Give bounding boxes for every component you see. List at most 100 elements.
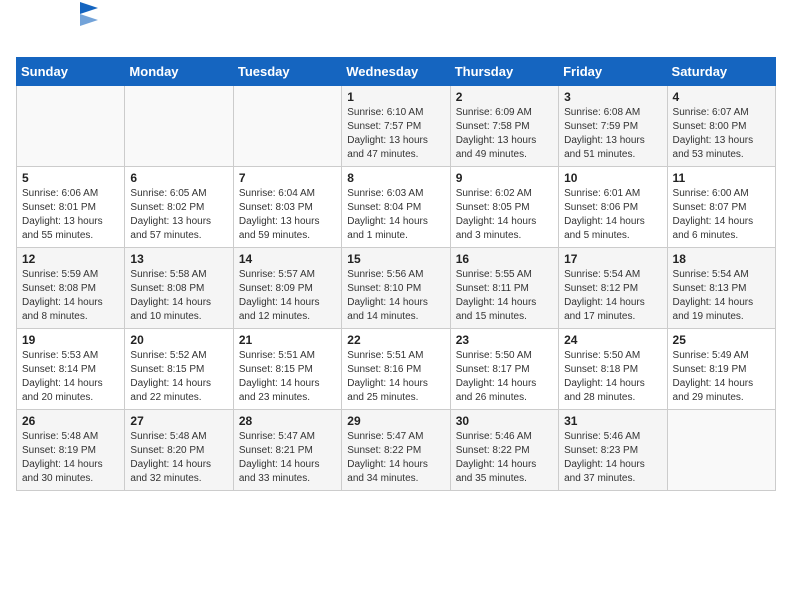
- day-number: 11: [673, 171, 770, 185]
- calendar-cell: 12 Sunrise: 5:59 AM Sunset: 8:08 PM Dayli…: [17, 248, 125, 329]
- calendar-cell: 11 Sunrise: 6:00 AM Sunset: 8:07 PM Dayli…: [667, 167, 775, 248]
- calendar-table: SundayMondayTuesdayWednesdayThursdayFrid…: [16, 57, 776, 491]
- day-info: Sunrise: 6:08 AM Sunset: 7:59 PM Dayligh…: [564, 106, 661, 162]
- calendar-cell: [125, 86, 233, 167]
- week-row-4: 19 Sunrise: 5:53 AM Sunset: 8:14 PM Dayli…: [17, 329, 776, 410]
- day-number: 15: [347, 252, 444, 266]
- day-number: 19: [22, 333, 119, 347]
- calendar-cell: 13 Sunrise: 5:58 AM Sunset: 8:08 PM Dayli…: [125, 248, 233, 329]
- day-number: 10: [564, 171, 661, 185]
- calendar-cell: 5 Sunrise: 6:06 AM Sunset: 8:01 PM Daylig…: [17, 167, 125, 248]
- calendar-cell: 28 Sunrise: 5:47 AM Sunset: 8:21 PM Dayli…: [233, 410, 341, 491]
- day-info: Sunrise: 5:50 AM Sunset: 8:18 PM Dayligh…: [564, 349, 661, 405]
- week-row-2: 5 Sunrise: 6:06 AM Sunset: 8:01 PM Daylig…: [17, 167, 776, 248]
- calendar-cell: 30 Sunrise: 5:46 AM Sunset: 8:22 PM Dayli…: [450, 410, 558, 491]
- weekday-header-wednesday: Wednesday: [342, 58, 450, 86]
- day-info: Sunrise: 5:53 AM Sunset: 8:14 PM Dayligh…: [22, 349, 119, 405]
- day-number: 2: [456, 90, 553, 104]
- calendar-cell: 26Sunrise: 5:48 AM Sunset: 8:19 PM Dayli…: [17, 410, 125, 491]
- day-number: 27: [130, 414, 227, 428]
- calendar-cell: 24 Sunrise: 5:50 AM Sunset: 8:18 PM Dayli…: [559, 329, 667, 410]
- day-info: Sunrise: 6:06 AM Sunset: 8:01 PM Dayligh…: [22, 187, 119, 243]
- calendar-cell: 15 Sunrise: 5:56 AM Sunset: 8:10 PM Dayli…: [342, 248, 450, 329]
- day-info: Sunrise: 5:46 AM Sunset: 8:22 PM Dayligh…: [456, 430, 553, 486]
- day-info: Sunrise: 6:05 AM Sunset: 8:02 PM Dayligh…: [130, 187, 227, 243]
- logo-icon: [76, 0, 104, 26]
- day-number: 7: [239, 171, 336, 185]
- day-info: Sunrise: 5:51 AM Sunset: 8:16 PM Dayligh…: [347, 349, 444, 405]
- calendar-cell: 18 Sunrise: 5:54 AM Sunset: 8:13 PM Dayli…: [667, 248, 775, 329]
- calendar-cell: 23 Sunrise: 5:50 AM Sunset: 8:17 PM Dayli…: [450, 329, 558, 410]
- day-number: 12: [22, 252, 119, 266]
- day-info: Sunrise: 5:48 AM Sunset: 8:20 PM Dayligh…: [130, 430, 227, 486]
- calendar-cell: 20 Sunrise: 5:52 AM Sunset: 8:15 PM Dayli…: [125, 329, 233, 410]
- day-info: Sunrise: 5:49 AM Sunset: 8:19 PM Dayligh…: [673, 349, 770, 405]
- day-number: 20: [130, 333, 227, 347]
- calendar-cell: [667, 410, 775, 491]
- calendar-cell: 21Sunrise: 5:51 AM Sunset: 8:15 PM Dayli…: [233, 329, 341, 410]
- day-number: 24: [564, 333, 661, 347]
- calendar-cell: 6 Sunrise: 6:05 AM Sunset: 8:02 PM Daylig…: [125, 167, 233, 248]
- day-info: Sunrise: 6:03 AM Sunset: 8:04 PM Dayligh…: [347, 187, 444, 243]
- calendar-cell: 1 Sunrise: 6:10 AM Sunset: 7:57 PM Daylig…: [342, 86, 450, 167]
- day-number: 18: [673, 252, 770, 266]
- calendar-cell: 19 Sunrise: 5:53 AM Sunset: 8:14 PM Dayli…: [17, 329, 125, 410]
- calendar-cell: 25 Sunrise: 5:49 AM Sunset: 8:19 PM Dayli…: [667, 329, 775, 410]
- day-info: Sunrise: 5:54 AM Sunset: 8:13 PM Dayligh…: [673, 268, 770, 324]
- calendar-cell: 14Sunrise: 5:57 AM Sunset: 8:09 PM Dayli…: [233, 248, 341, 329]
- day-number: 13: [130, 252, 227, 266]
- calendar-cell: 31 Sunrise: 5:46 AM Sunset: 8:23 PM Dayli…: [559, 410, 667, 491]
- day-info: Sunrise: 5:56 AM Sunset: 8:10 PM Dayligh…: [347, 268, 444, 324]
- day-info: Sunrise: 5:47 AM Sunset: 8:22 PM Dayligh…: [347, 430, 444, 486]
- day-info: Sunrise: 5:59 AM Sunset: 8:08 PM Dayligh…: [22, 268, 119, 324]
- day-number: 21: [239, 333, 336, 347]
- day-number: 23: [456, 333, 553, 347]
- day-number: 26: [22, 414, 119, 428]
- day-number: 14: [239, 252, 336, 266]
- day-info: Sunrise: 6:10 AM Sunset: 7:57 PM Dayligh…: [347, 106, 444, 162]
- day-info: Sunrise: 5:55 AM Sunset: 8:11 PM Dayligh…: [456, 268, 553, 324]
- day-info: Sunrise: 6:00 AM Sunset: 8:07 PM Dayligh…: [673, 187, 770, 243]
- calendar-cell: 29Sunrise: 5:47 AM Sunset: 8:22 PM Dayli…: [342, 410, 450, 491]
- calendar-cell: 22Sunrise: 5:51 AM Sunset: 8:16 PM Dayli…: [342, 329, 450, 410]
- day-info: Sunrise: 5:47 AM Sunset: 8:21 PM Dayligh…: [239, 430, 336, 486]
- weekday-header-saturday: Saturday: [667, 58, 775, 86]
- calendar-cell: 8 Sunrise: 6:03 AM Sunset: 8:04 PM Daylig…: [342, 167, 450, 248]
- day-number: 8: [347, 171, 444, 185]
- day-info: Sunrise: 6:07 AM Sunset: 8:00 PM Dayligh…: [673, 106, 770, 162]
- weekday-header-thursday: Thursday: [450, 58, 558, 86]
- day-info: Sunrise: 6:01 AM Sunset: 8:06 PM Dayligh…: [564, 187, 661, 243]
- calendar-cell: 2 Sunrise: 6:09 AM Sunset: 7:58 PM Daylig…: [450, 86, 558, 167]
- day-number: 4: [673, 90, 770, 104]
- day-info: Sunrise: 5:52 AM Sunset: 8:15 PM Dayligh…: [130, 349, 227, 405]
- day-number: 16: [456, 252, 553, 266]
- week-row-3: 12 Sunrise: 5:59 AM Sunset: 8:08 PM Dayli…: [17, 248, 776, 329]
- weekday-header-row: SundayMondayTuesdayWednesdayThursdayFrid…: [17, 58, 776, 86]
- day-number: 3: [564, 90, 661, 104]
- day-number: 30: [456, 414, 553, 428]
- day-number: 31: [564, 414, 661, 428]
- day-number: 1: [347, 90, 444, 104]
- calendar-cell: 10 Sunrise: 6:01 AM Sunset: 8:06 PM Dayli…: [559, 167, 667, 248]
- day-number: 17: [564, 252, 661, 266]
- week-row-5: 26Sunrise: 5:48 AM Sunset: 8:19 PM Dayli…: [17, 410, 776, 491]
- calendar-cell: 4 Sunrise: 6:07 AM Sunset: 8:00 PM Daylig…: [667, 86, 775, 167]
- weekday-header-monday: Monday: [125, 58, 233, 86]
- day-info: Sunrise: 5:50 AM Sunset: 8:17 PM Dayligh…: [456, 349, 553, 405]
- day-number: 6: [130, 171, 227, 185]
- day-info: Sunrise: 6:04 AM Sunset: 8:03 PM Dayligh…: [239, 187, 336, 243]
- day-number: 25: [673, 333, 770, 347]
- day-info: Sunrise: 5:58 AM Sunset: 8:08 PM Dayligh…: [130, 268, 227, 324]
- day-info: Sunrise: 6:09 AM Sunset: 7:58 PM Dayligh…: [456, 106, 553, 162]
- day-number: 28: [239, 414, 336, 428]
- day-number: 5: [22, 171, 119, 185]
- calendar-cell: 9Sunrise: 6:02 AM Sunset: 8:05 PM Daylig…: [450, 167, 558, 248]
- day-info: Sunrise: 5:46 AM Sunset: 8:23 PM Dayligh…: [564, 430, 661, 486]
- calendar-cell: 3 Sunrise: 6:08 AM Sunset: 7:59 PM Daylig…: [559, 86, 667, 167]
- calendar-cell: 27 Sunrise: 5:48 AM Sunset: 8:20 PM Dayli…: [125, 410, 233, 491]
- weekday-header-sunday: Sunday: [17, 58, 125, 86]
- calendar-cell: 16 Sunrise: 5:55 AM Sunset: 8:11 PM Dayli…: [450, 248, 558, 329]
- logo: [16, 16, 46, 49]
- calendar-cell: [233, 86, 341, 167]
- weekday-header-tuesday: Tuesday: [233, 58, 341, 86]
